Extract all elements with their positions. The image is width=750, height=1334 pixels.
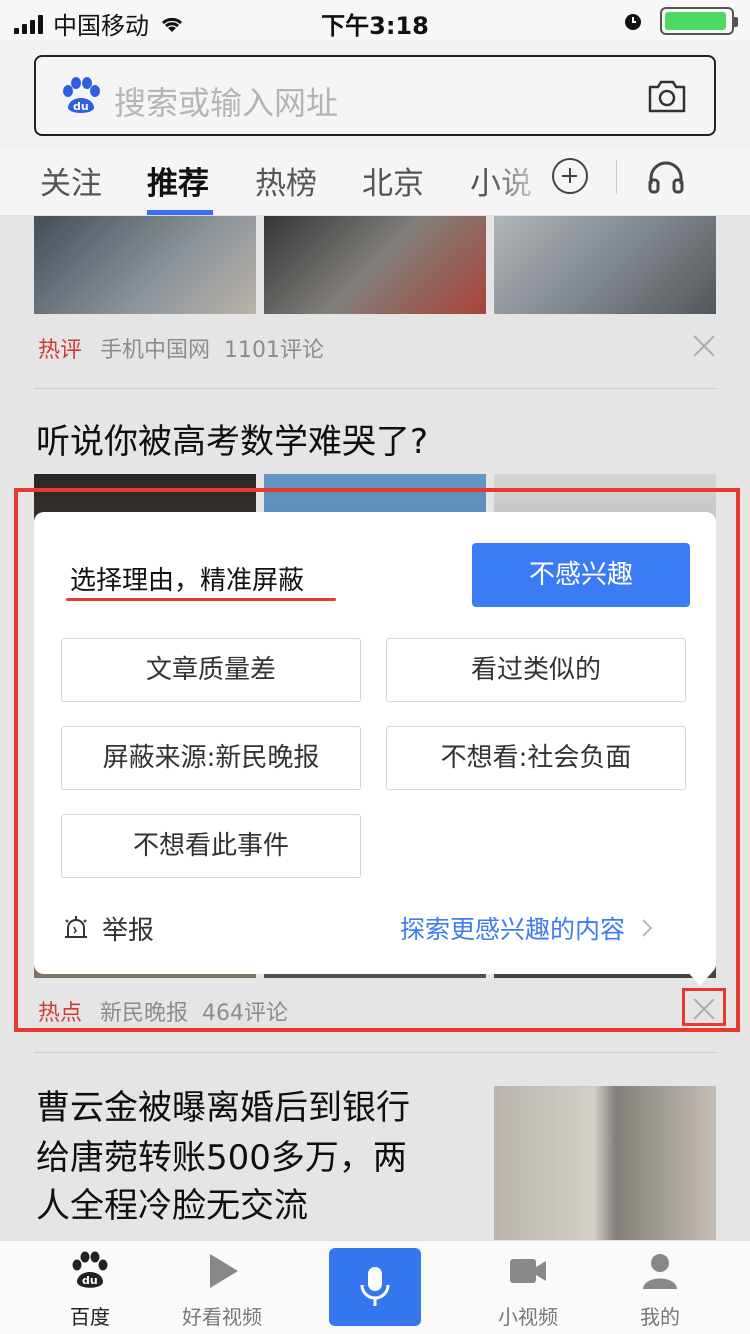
nav-label: 小视频 bbox=[498, 1305, 558, 1329]
active-tab-indicator bbox=[147, 210, 213, 215]
nav-item-baidu[interactable]: du 百度 bbox=[30, 1241, 150, 1334]
nav-item-haokan-video[interactable]: 好看视频 bbox=[162, 1241, 282, 1334]
tab-divider bbox=[616, 160, 617, 194]
annotation-close-highlight bbox=[682, 988, 726, 1026]
tab-follow[interactable]: 关注 bbox=[40, 158, 102, 203]
play-icon bbox=[210, 1254, 238, 1288]
search-input[interactable]: 搜索或输入网址 bbox=[114, 78, 338, 124]
alarm-icon bbox=[625, 14, 641, 30]
svg-text:du: du bbox=[82, 1274, 98, 1287]
battery-icon bbox=[660, 7, 738, 35]
nav-label: 百度 bbox=[70, 1305, 110, 1329]
tab-fade bbox=[490, 150, 550, 214]
microphone-icon bbox=[360, 1267, 390, 1306]
status-right bbox=[622, 7, 738, 35]
battery-level bbox=[665, 12, 726, 30]
bottom-nav: du 百度 好看视频 小视频 我的 bbox=[0, 1240, 750, 1334]
voice-search-button[interactable] bbox=[329, 1248, 421, 1326]
baidu-paw-icon: du bbox=[72, 1251, 108, 1288]
camera-icon[interactable] bbox=[646, 77, 688, 115]
nav-item-short-video[interactable]: 小视频 bbox=[468, 1241, 588, 1334]
status-bar: 中国移动 下午3:18 bbox=[0, 0, 750, 40]
tab-hot-list[interactable]: 热榜 bbox=[255, 158, 317, 203]
video-camera-icon bbox=[510, 1259, 546, 1283]
nav-item-mine[interactable]: 我的 bbox=[600, 1241, 720, 1334]
nav-label: 我的 bbox=[640, 1305, 680, 1329]
tab-recommend[interactable]: 推荐 bbox=[147, 158, 209, 203]
plus-circle-icon[interactable] bbox=[552, 158, 588, 194]
channel-tabs: 关注 推荐 热榜 北京 小说 bbox=[0, 150, 750, 216]
person-icon bbox=[643, 1254, 677, 1289]
tab-beijing[interactable]: 北京 bbox=[362, 158, 424, 203]
annotation-frame bbox=[14, 488, 740, 1032]
headphone-icon[interactable] bbox=[646, 158, 686, 194]
search-box[interactable]: du 搜索或输入网址 bbox=[34, 55, 716, 136]
nav-label: 好看视频 bbox=[182, 1305, 262, 1329]
svg-text:du: du bbox=[73, 100, 89, 113]
baidu-paw-icon: du bbox=[63, 77, 100, 113]
